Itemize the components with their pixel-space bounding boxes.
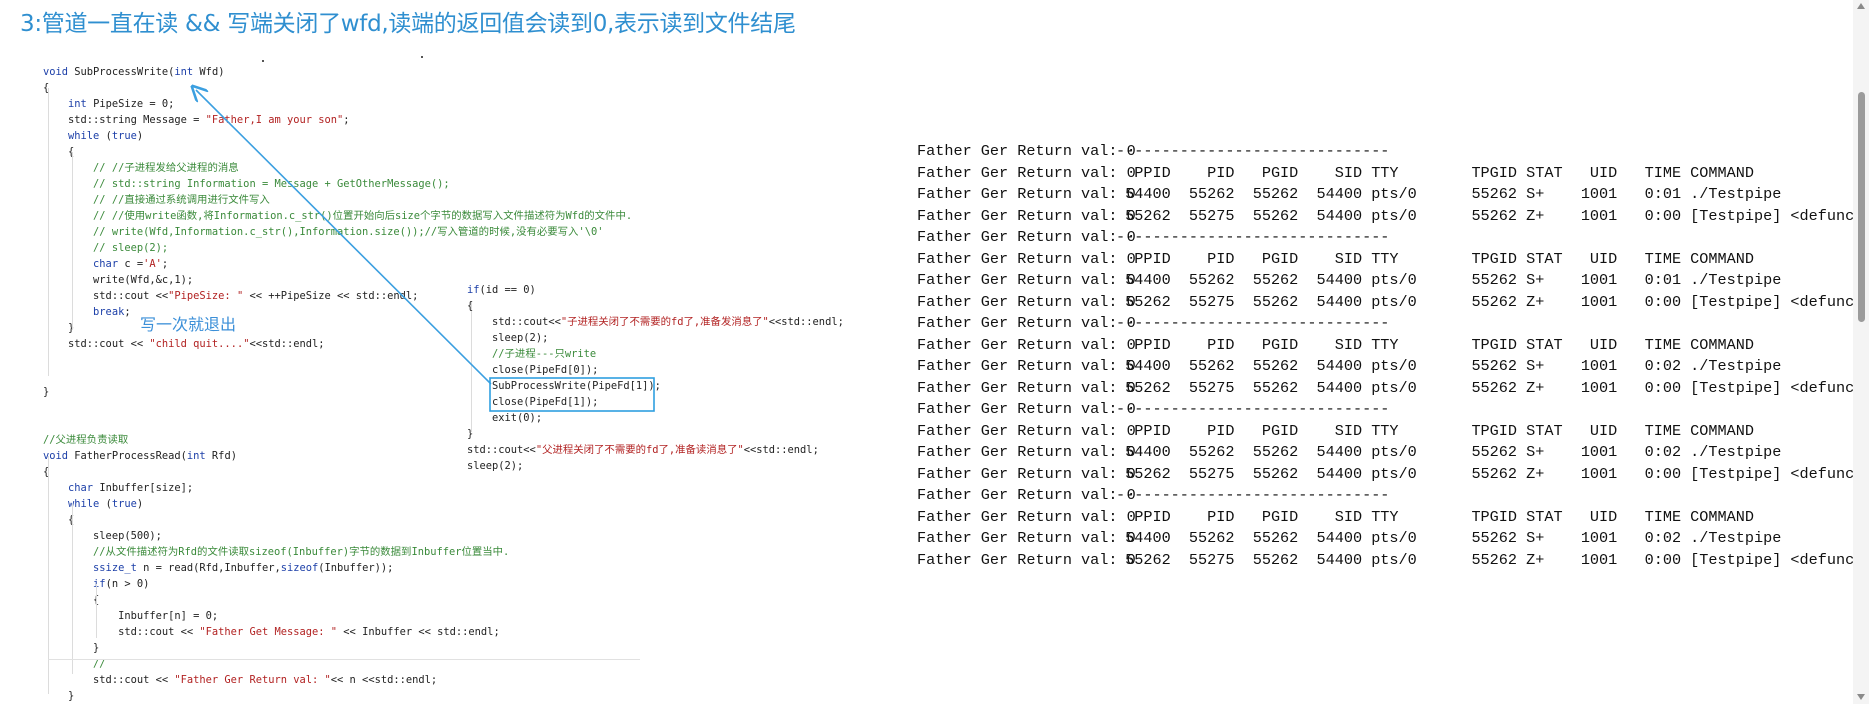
ps-line: PPID PID PGID SID TTY TPGID STAT UID TIM… (1116, 335, 1754, 354)
ps-line: 55262 55275 55262 54400 pts/0 55262 Z+ 1… (1116, 292, 1869, 311)
code-line: { (43, 146, 75, 158)
terminal-line: Father Ger Return val: 0 (917, 529, 1136, 547)
code-line: Inbuffer[n] = 0; (43, 610, 219, 622)
code-line: { (467, 300, 474, 312)
code-line: { (43, 82, 50, 94)
terminal-line: Father Ger Return val: 0 (917, 486, 1136, 504)
code-line: { (43, 592, 632, 608)
scroll-up-icon[interactable] (1857, 3, 1865, 9)
code-line: int PipeSize = 0; (68, 98, 175, 110)
terminal-line: Father Ger Return val: 0 (917, 142, 1136, 160)
ps-line: 54400 55262 55262 54400 pts/0 55262 S+ 1… (1116, 357, 1782, 375)
code-line: std::cout << "Father Get Message: " << I… (43, 626, 500, 638)
terminal-line: Father Ger Return val: 0 (917, 185, 1136, 203)
indent-guide (72, 504, 73, 674)
ps-line: 54400 55262 55262 54400 pts/0 55262 S+ 1… (1116, 443, 1782, 461)
ps-line: PPID PID PGID SID TTY TPGID STAT UID TIM… (1116, 421, 1754, 440)
terminal-line: Father Ger Return val: 0 (917, 357, 1136, 375)
code-line: // //使用write函数,将Information.c_str()位置开始向… (93, 210, 633, 222)
terminal-ps-output: ------------------------------ PPID PID … (1116, 141, 1869, 571)
code-line: // write(Wfd,Information.c_str(),Informa… (93, 226, 604, 238)
terminal-line: Father Ger Return val: 0 (917, 335, 1136, 354)
code-line: void SubProcessWrite(int Wfd) (43, 66, 225, 78)
terminal-line: Father Ger Return val: 0 (917, 292, 1136, 311)
code-line: close(PipeFd[1]); (467, 396, 599, 408)
code-line: //子进程---只write (492, 348, 597, 360)
terminal-line: Father Ger Return val: 0 (917, 314, 1136, 332)
code-line: std::string Message = "Father,I am your … (43, 114, 350, 126)
ps-line: 55262 55275 55262 54400 pts/0 55262 Z+ 1… (1116, 206, 1869, 225)
code-line: sleep(2); (467, 332, 549, 344)
code-line: std::cout << "Father Ger Return val: "<<… (43, 674, 438, 686)
terminal-line: Father Ger Return val: 0 (917, 464, 1136, 483)
ps-line: 55262 55275 55262 54400 pts/0 55262 Z+ 1… (1116, 464, 1869, 483)
scroll-down-icon[interactable] (1857, 694, 1865, 700)
code-line: sleep(500); (43, 530, 162, 542)
section-heading: 3:管道一直在读 && 写端关闭了wfd,读端的返回值会读到0,表示读到文件结尾 (20, 11, 796, 37)
vertical-scrollbar[interactable] (1853, 0, 1869, 704)
code-line: if(n > 0) (93, 578, 150, 590)
annotation-note: 写一次就退出 (140, 315, 237, 334)
terminal-line: Father Ger Return val: 0 (917, 550, 1136, 569)
terminal-return-values: Father Ger Return val: 0 Father Ger Retur… (917, 141, 1136, 571)
code-line: // //直接通过系统调用进行文件写入 (93, 194, 270, 206)
ps-line: 54400 55262 55262 54400 pts/0 55262 S+ 1… (1116, 271, 1782, 289)
ps-line: 55262 55275 55262 54400 pts/0 55262 Z+ 1… (1116, 550, 1869, 569)
code-line: ssize_t n = read(Rfd,Inbuffer,sizeof(Inb… (93, 562, 394, 574)
indent-guide (48, 88, 49, 376)
ps-line: ------------------------------ (1116, 486, 1390, 504)
terminal-line: Father Ger Return val: 0 (917, 228, 1136, 246)
ps-line: 54400 55262 55262 54400 pts/0 55262 S+ 1… (1116, 529, 1782, 547)
code-line: // sleep(2); (93, 242, 169, 254)
code-line: { (43, 514, 75, 526)
terminal-line: Father Ger Return val: 0 (917, 507, 1136, 526)
code-line: while (true) (68, 130, 144, 142)
code-line: std::cout<<"子进程关闭了不需要的fd了,准备发消息了"<<std::… (467, 316, 844, 328)
ps-line: ------------------------------ (1116, 314, 1390, 332)
ps-line: 55262 55275 55262 54400 pts/0 55262 Z+ 1… (1116, 378, 1869, 397)
code-line: if(id == 0) (467, 284, 536, 296)
current-line-rule (48, 659, 640, 660)
scroll-thumb[interactable] (1858, 92, 1865, 322)
ps-line: 54400 55262 55262 54400 pts/0 55262 S+ 1… (1116, 185, 1782, 203)
code-line: exit(0); (467, 412, 543, 424)
terminal-line: Father Ger Return val: 0 (917, 206, 1136, 225)
code-line: } (93, 642, 100, 654)
stray-dot (421, 56, 423, 58)
code-line: //从文件描述符为Rfd的文件读取sizeof(Inbuffer)字节的数据到I… (93, 546, 510, 558)
ps-line: PPID PID PGID SID TTY TPGID STAT UID TIM… (1116, 507, 1754, 526)
ps-line: ------------------------------ (1116, 400, 1390, 418)
terminal-line: Father Ger Return val: 0 (917, 249, 1136, 268)
code-line: char c ='A'; (93, 258, 169, 270)
indent-guide (72, 152, 73, 330)
terminal-line: Father Ger Return val: 0 (917, 378, 1136, 397)
code-line: close(PipeFd[0]); (467, 364, 599, 376)
terminal-line: Father Ger Return val: 0 (917, 400, 1136, 418)
ps-line: ------------------------------ (1116, 142, 1390, 160)
code-line: } (467, 428, 474, 440)
code-line: std::cout<<"父进程关闭了不需要的fd了,准备读消息了"<<std::… (467, 444, 819, 456)
code-line: SubProcessWrite(PipeFd[1]); (467, 380, 661, 392)
code-line: // std::string Information = Message + G… (93, 178, 450, 190)
code-line: } (43, 690, 75, 702)
code-line: char Inbuffer[size]; (68, 482, 194, 494)
code-line: while (true) (68, 498, 144, 510)
ps-line: ------------------------------ (1116, 228, 1390, 246)
ps-line: PPID PID PGID SID TTY TPGID STAT UID TIM… (1116, 163, 1754, 182)
terminal-line: Father Ger Return val: 0 (917, 271, 1136, 289)
terminal-line: Father Ger Return val: 0 (917, 163, 1136, 182)
ps-line: PPID PID PGID SID TTY TPGID STAT UID TIM… (1116, 249, 1754, 268)
indent-guide (96, 584, 97, 638)
code-line: sleep(2); (467, 460, 524, 472)
code-line: // //子进程发给父进程的消息 (93, 162, 239, 174)
stray-dot (262, 60, 264, 62)
code-block-middle: if(id == 0){ std::cout<<"子进程关闭了不需要的fd了,准… (467, 282, 844, 474)
terminal-line: Father Ger Return val: 0 (917, 443, 1136, 461)
terminal-line: Father Ger Return val: 0 (917, 421, 1136, 440)
